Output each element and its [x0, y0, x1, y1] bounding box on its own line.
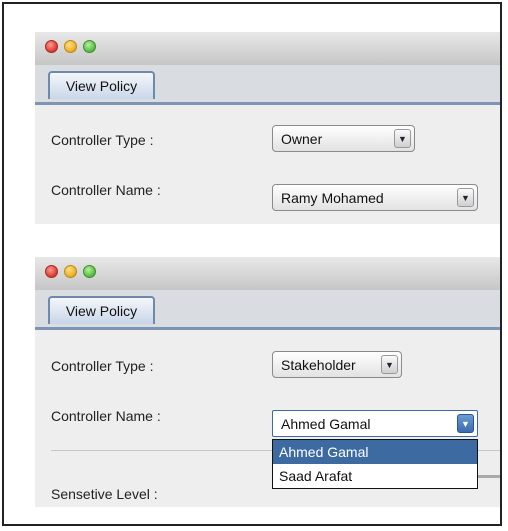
close-icon[interactable] — [45, 265, 58, 278]
top-window: View Policy Controller Type : Owner ▼ Co… — [35, 32, 500, 224]
tab-view-policy[interactable]: View Policy — [48, 71, 155, 99]
tab-view-policy[interactable]: View Policy — [48, 296, 155, 324]
controller-type-select[interactable]: Stakeholder ▼ — [272, 351, 402, 378]
tab-strip: View Policy — [35, 290, 500, 330]
zoom-icon[interactable] — [83, 40, 96, 53]
close-icon[interactable] — [45, 40, 58, 53]
figure-frame: View Policy Controller Type : Owner ▼ Co… — [2, 2, 502, 526]
chevron-down-icon[interactable]: ▼ — [457, 414, 474, 433]
title-bar — [35, 32, 500, 66]
bottom-window: View Policy Controller Type : Stakeholde… — [35, 257, 500, 507]
minimize-icon[interactable] — [64, 40, 77, 53]
dropdown-option-ahmed-gamal[interactable]: Ahmed Gamal — [273, 440, 477, 464]
controller-name-dropdown-list: Ahmed Gamal Saad Arafat — [272, 439, 478, 489]
controller-type-label: Controller Type : — [51, 358, 154, 374]
controller-name-select[interactable]: Ahmed Gamal ▼ — [272, 410, 478, 437]
chevron-down-icon[interactable]: ▼ — [381, 355, 398, 374]
policy-panel: Controller Type : Owner ▼ Controller Nam… — [35, 105, 500, 224]
chevron-down-icon[interactable]: ▼ — [394, 129, 411, 148]
chevron-down-icon[interactable]: ▼ — [457, 188, 474, 207]
controller-type-value: Owner — [281, 131, 323, 147]
controller-name-label: Controller Name : — [51, 182, 161, 198]
controller-name-value: Ahmed Gamal — [281, 416, 371, 432]
minimize-icon[interactable] — [64, 265, 77, 278]
tab-strip: View Policy — [35, 65, 500, 105]
zoom-icon[interactable] — [83, 265, 96, 278]
controller-type-value: Stakeholder — [281, 357, 356, 373]
controller-name-select[interactable]: Ramy Mohamed ▼ — [272, 184, 478, 211]
dropdown-option-saad-arafat[interactable]: Saad Arafat — [273, 464, 477, 488]
controller-type-label: Controller Type : — [51, 132, 154, 148]
controller-name-value: Ramy Mohamed — [281, 190, 384, 206]
sensitive-level-label: Sensetive Level : — [51, 486, 158, 502]
controller-name-label: Controller Name : — [51, 408, 161, 424]
controller-type-select[interactable]: Owner ▼ — [272, 125, 415, 152]
title-bar — [35, 257, 500, 291]
